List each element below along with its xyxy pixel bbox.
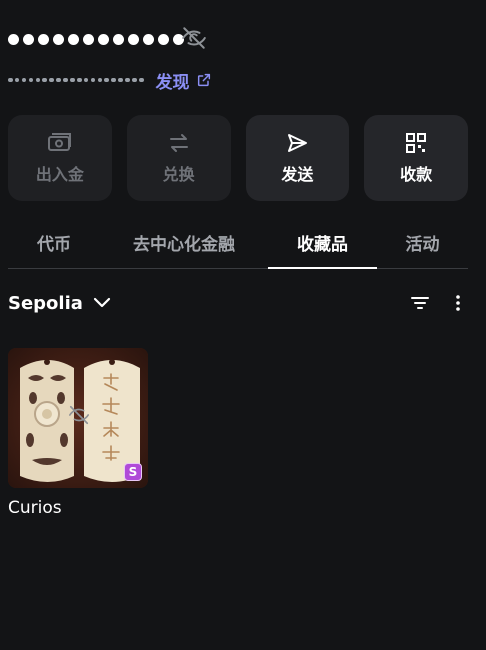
asset-tabs: 代币 去中心化金融 收藏品 活动 xyxy=(8,216,468,269)
more-options-icon[interactable] xyxy=(448,291,468,315)
tab-activity-label: 活动 xyxy=(405,234,440,255)
tab-collectibles[interactable]: 收藏品 xyxy=(268,216,377,269)
swap-button[interactable]: 兑换 xyxy=(126,115,231,201)
money-icon xyxy=(47,132,71,151)
receive-label: 收款 xyxy=(400,164,433,184)
network-selector[interactable]: Sepolia xyxy=(8,293,83,314)
buy-sell-label: 出入金 xyxy=(35,164,84,184)
send-button[interactable]: 发送 xyxy=(245,115,350,201)
hidden-nft-eye-off-icon xyxy=(66,404,92,430)
toggle-balance-visibility-eye-off-icon[interactable] xyxy=(180,24,208,52)
discover-label: 发现 xyxy=(155,72,190,93)
receive-button[interactable]: 收款 xyxy=(364,115,468,201)
external-link-icon xyxy=(197,73,210,87)
qr-code-icon xyxy=(406,132,427,153)
nft-collection-name[interactable]: Curios xyxy=(8,498,62,518)
discover-link[interactable]: 发现 xyxy=(156,68,212,93)
tab-defi-label: 去中心化金融 xyxy=(133,234,235,255)
tab-activity[interactable]: 活动 xyxy=(377,216,468,268)
buy-sell-button[interactable]: 出入金 xyxy=(8,115,112,201)
tab-defi[interactable]: 去中心化金融 xyxy=(100,216,268,268)
balance-hidden xyxy=(8,24,184,54)
account-address-mask[interactable] xyxy=(8,77,144,83)
tab-tokens-label: 代币 xyxy=(37,234,71,255)
swap-icon xyxy=(169,133,188,152)
send-icon xyxy=(288,133,308,152)
send-label: 发送 xyxy=(281,164,314,184)
swap-label: 兑换 xyxy=(162,164,195,184)
tab-collectibles-label: 收藏品 xyxy=(297,234,348,255)
action-bar: 出入金 兑换 发送 收款 xyxy=(8,115,468,201)
balance-mask xyxy=(8,33,184,45)
nft-standard-badge: S xyxy=(124,463,142,481)
account-row: 发现 xyxy=(8,66,212,94)
tab-tokens[interactable]: 代币 xyxy=(8,216,100,268)
network-row: Sepolia xyxy=(8,288,470,318)
chevron-down-icon[interactable] xyxy=(93,297,111,309)
filter-icon[interactable] xyxy=(408,291,432,315)
